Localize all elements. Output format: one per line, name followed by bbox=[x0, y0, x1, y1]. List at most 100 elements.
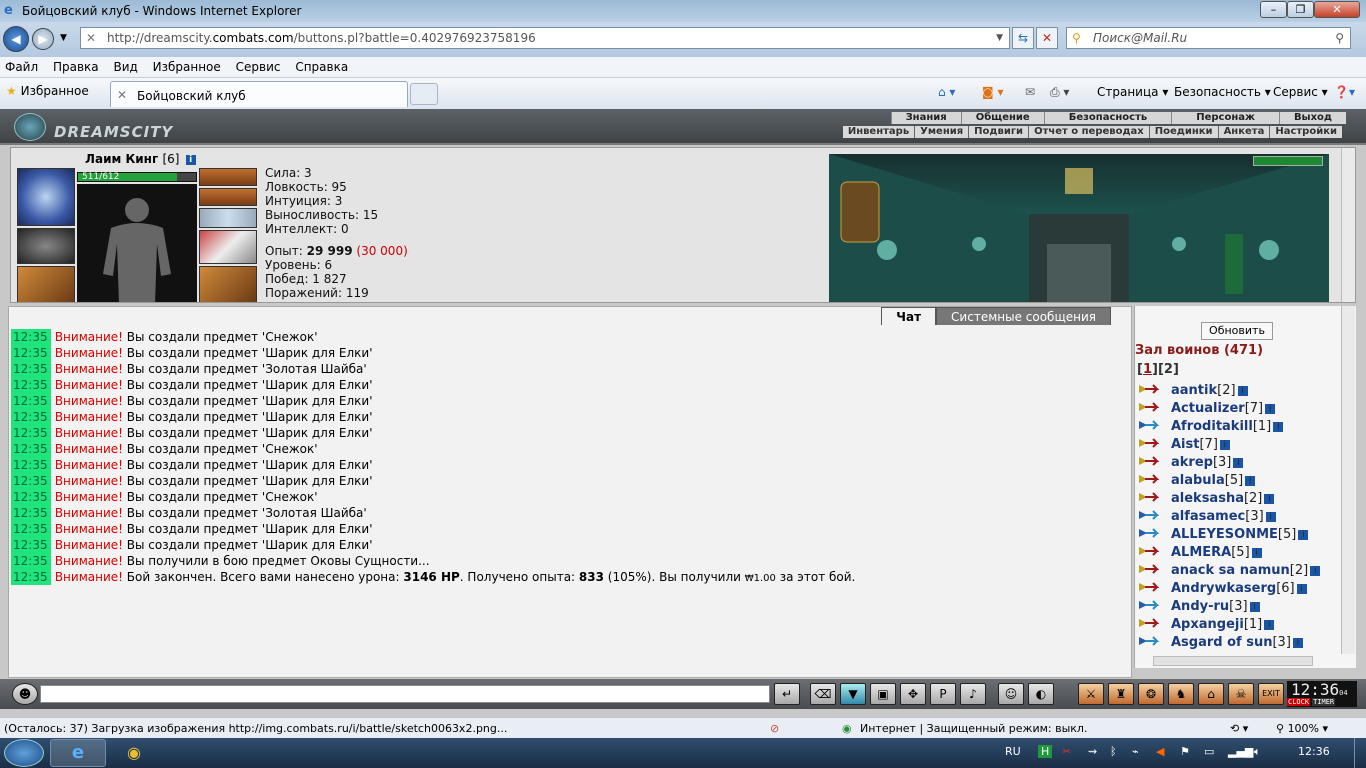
pager-icon[interactable]: P bbox=[930, 683, 956, 705]
user-row[interactable]: ALLEYESONME[5] i bbox=[1135, 526, 1345, 544]
user-name[interactable]: akrep bbox=[1171, 455, 1213, 470]
user-name[interactable]: ALLEYESONME bbox=[1171, 527, 1278, 542]
menu-file[interactable]: Файл bbox=[0, 57, 44, 74]
sword-icon[interactable]: ⚔ bbox=[1078, 683, 1104, 705]
top-menu-knowledge[interactable]: Знания bbox=[890, 112, 961, 124]
tray-misc-icon[interactable]: ▭ bbox=[1204, 745, 1214, 758]
amulet-slot[interactable] bbox=[199, 188, 257, 206]
chrome-taskbar-icon[interactable]: ◉ bbox=[106, 739, 162, 767]
maximize-button[interactable]: ❐ bbox=[1287, 1, 1314, 18]
info-icon[interactable]: i bbox=[1273, 421, 1284, 432]
user-row[interactable]: Asgard of sun[3] i bbox=[1135, 634, 1345, 652]
info-icon[interactable]: i bbox=[1233, 457, 1244, 468]
character-panel-scrollbar[interactable] bbox=[1341, 148, 1355, 302]
weapon-left-slot[interactable] bbox=[17, 266, 75, 302]
gloves-slot[interactable] bbox=[199, 230, 257, 264]
user-name[interactable]: anack sa namun bbox=[1171, 563, 1290, 578]
user-name[interactable]: Aist bbox=[1171, 437, 1199, 452]
exit-icon[interactable]: EXIT bbox=[1258, 683, 1284, 705]
security-zone-text[interactable]: Интернет | Защищенный режим: выкл. bbox=[860, 722, 1087, 735]
home-icon[interactable]: ⌂ ▾ bbox=[938, 85, 955, 99]
mail-icon[interactable]: ✉ bbox=[1025, 85, 1035, 99]
ie-taskbar-icon[interactable]: e bbox=[50, 739, 106, 767]
weapon-right-slot[interactable] bbox=[199, 266, 257, 302]
filter-icon[interactable]: ▼ bbox=[840, 683, 866, 705]
menu-favorites[interactable]: Избранное bbox=[148, 57, 227, 74]
volume-icon[interactable]: 🔈︎ bbox=[1254, 745, 1261, 759]
helmet-icon[interactable]: ◐ bbox=[1028, 683, 1054, 705]
user-name[interactable]: aantik bbox=[1171, 383, 1217, 398]
language-indicator[interactable]: RU bbox=[1005, 745, 1021, 758]
info-icon[interactable]: i bbox=[1264, 619, 1275, 630]
user-row[interactable]: aantik[2] i bbox=[1135, 382, 1345, 400]
forward-button[interactable]: ▶ bbox=[32, 28, 54, 50]
character-silhouette[interactable] bbox=[77, 184, 197, 302]
history-dropdown-icon[interactable]: ▼ bbox=[60, 33, 67, 43]
skull-icon[interactable]: ☠ bbox=[1228, 683, 1254, 705]
user-name[interactable]: aleksasha bbox=[1171, 491, 1244, 506]
address-dropdown-icon[interactable]: ▼ bbox=[996, 28, 1003, 48]
page-2-link[interactable]: 2 bbox=[1164, 362, 1173, 377]
favorites-button[interactable]: ★ Избранное bbox=[6, 84, 89, 98]
sub-menu-settings[interactable]: Настройки bbox=[1270, 126, 1342, 138]
chest-icon[interactable]: ⌂ bbox=[1198, 683, 1224, 705]
info-icon[interactable]: i bbox=[1249, 601, 1260, 612]
info-icon[interactable]: i bbox=[1219, 439, 1230, 450]
back-button[interactable]: ◀ bbox=[3, 26, 29, 52]
bracers-slot[interactable] bbox=[17, 228, 75, 264]
user-name[interactable]: Actualizer bbox=[1171, 401, 1245, 416]
chat-input[interactable] bbox=[40, 685, 770, 703]
user-row[interactable]: Afroditakill[1] i bbox=[1135, 418, 1345, 436]
info-icon[interactable]: i bbox=[1237, 385, 1248, 396]
top-menu-character[interactable]: Персонаж bbox=[1171, 112, 1279, 124]
address-bar[interactable]: ✕ http://dreamscity.combats.com/buttons.… bbox=[80, 27, 1010, 49]
user-name[interactable]: alfasamec bbox=[1171, 509, 1245, 524]
action-center-icon[interactable]: ⚑ bbox=[1180, 745, 1190, 758]
page-1-link[interactable]: 1 bbox=[1143, 362, 1152, 377]
protected-mode-icon[interactable]: ⟲ ▾ bbox=[1230, 722, 1248, 735]
run-icon[interactable]: ✥ bbox=[900, 683, 926, 705]
menu-edit[interactable]: Правка bbox=[48, 57, 105, 74]
info-icon[interactable]: i bbox=[1251, 547, 1262, 558]
help-icon[interactable]: ❓▾ bbox=[1334, 85, 1355, 99]
safety-menu[interactable]: Безопасность ▾ bbox=[1174, 85, 1271, 99]
rss-icon[interactable]: ◙ ▾ bbox=[982, 85, 1003, 99]
sub-menu-transfers[interactable]: Отчет о переводах bbox=[1029, 126, 1150, 138]
info-icon[interactable]: i bbox=[1310, 565, 1321, 576]
sub-menu-inventory[interactable]: Инвентарь bbox=[843, 126, 916, 138]
tray-app-icon[interactable]: H bbox=[1038, 745, 1053, 758]
sub-menu-battles[interactable]: Поединки bbox=[1150, 126, 1219, 138]
page-menu[interactable]: Страница ▾ bbox=[1097, 85, 1168, 99]
sub-menu-profile[interactable]: Анкета bbox=[1219, 126, 1271, 138]
users-scrollbar[interactable] bbox=[1341, 306, 1355, 654]
taskbar-clock[interactable]: 12:36 bbox=[1298, 745, 1330, 758]
sub-menu-skills[interactable]: Умения bbox=[915, 126, 970, 138]
info-icon[interactable]: i bbox=[1298, 529, 1309, 540]
info-icon[interactable]: i bbox=[1265, 511, 1276, 522]
zoom-control[interactable]: ⚲ 100% ▾ bbox=[1276, 722, 1328, 735]
menu-view[interactable]: Вид bbox=[108, 57, 143, 74]
search-input[interactable]: ⚲ Поиск@Mail.Ru ⚲ bbox=[1066, 27, 1351, 49]
user-name[interactable]: Apxangeji bbox=[1171, 617, 1244, 632]
tray-speaker-icon[interactable]: ◀ bbox=[1156, 745, 1164, 758]
user-row[interactable]: ALMERA[5] i bbox=[1135, 544, 1345, 562]
user-row[interactable]: alabula[5] i bbox=[1135, 472, 1345, 490]
save-icon[interactable]: ▣ bbox=[870, 683, 896, 705]
tray-network-icon[interactable]: ✂ bbox=[1062, 745, 1071, 758]
tab-system-messages[interactable]: Системные сообщения bbox=[936, 307, 1111, 325]
print-icon[interactable]: ⎙ ▾ bbox=[1050, 85, 1069, 100]
user-row[interactable]: anack sa namun[2] i bbox=[1135, 562, 1345, 580]
signal-icon[interactable]: ▂▄▆ bbox=[1228, 745, 1253, 758]
music-icon[interactable]: ♪ bbox=[960, 683, 986, 705]
clear-icon[interactable]: ⌫ bbox=[810, 683, 836, 705]
bluetooth-icon[interactable]: ᛒ bbox=[1110, 745, 1117, 758]
timer-label[interactable]: TIMER bbox=[1312, 698, 1336, 706]
user-row[interactable]: Andy-ru[3] i bbox=[1135, 598, 1345, 616]
smiles-icon[interactable]: ☻ bbox=[12, 683, 38, 705]
refresh-icon[interactable]: ⇆ bbox=[1012, 27, 1034, 49]
user-name[interactable]: ALMERA bbox=[1171, 545, 1231, 560]
user-row[interactable]: Apxangeji[1] i bbox=[1135, 616, 1345, 634]
popup-blocked-icon[interactable]: ⊘ bbox=[770, 722, 779, 735]
menu-help[interactable]: Справка bbox=[290, 57, 354, 74]
tools-menu[interactable]: Сервис ▾ bbox=[1273, 85, 1328, 99]
